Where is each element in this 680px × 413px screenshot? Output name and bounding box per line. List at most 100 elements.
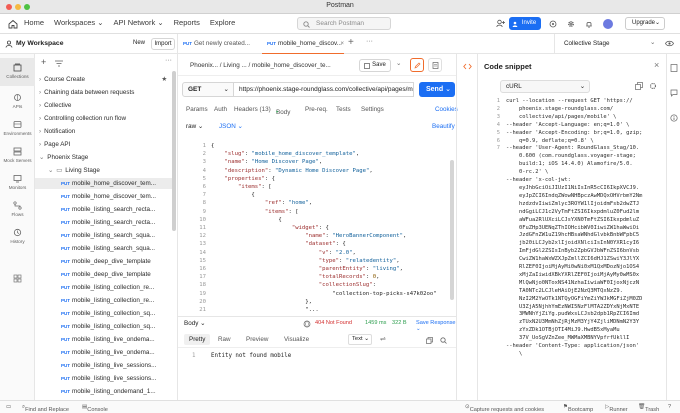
collection-item[interactable]: ⌄ Phoenix Stage [35,152,175,163]
save-button[interactable]: Save [359,59,391,72]
response-time[interactable]: 1459 ms [365,320,386,326]
search-icon[interactable] [440,337,447,344]
collection-item[interactable]: › Controlling collection run flow [35,113,175,124]
rail-mock-servers[interactable]: Mock Servers [0,144,35,168]
editor-scrollbar[interactable] [450,160,454,300]
info-icon[interactable] [670,114,678,122]
request-item[interactable]: PUT mobile_deep_dive_template [35,269,175,280]
avatar[interactable] [603,19,613,29]
request-item[interactable]: PUT mobile_listing_search_squa... [35,230,175,241]
save-response-button[interactable]: Save Response ⌄ [416,320,456,332]
request-item[interactable]: PUT mobile_listing_search_squa... [35,243,175,254]
language-select[interactable]: cURL ⌄ [500,80,590,93]
help-icon[interactable]: ? [668,404,671,410]
status-badge[interactable]: 404 Not Found [315,320,352,326]
more-options-icon[interactable]: ··· [165,57,172,64]
body-format-select[interactable]: JSON ⌄ [219,123,243,130]
request-item[interactable]: PUT mobile_listing_collection_re... [35,282,175,293]
add-user-icon[interactable] [496,19,505,28]
beautify-button[interactable]: Beautify [432,123,455,130]
home-icon[interactable] [8,19,18,29]
nav-home[interactable]: Home [24,18,44,27]
collection-item[interactable]: › Chaining data between requests [35,87,175,98]
rail-apis[interactable]: APIs [0,90,35,114]
tab-preview[interactable]: Preview [246,336,268,343]
collection-item[interactable]: › Collective [35,100,175,111]
close-icon[interactable]: × [654,60,659,70]
copy-icon[interactable] [635,82,643,90]
collection-item[interactable]: › Notification [35,126,175,137]
nav-api-network[interactable]: API Network ⌄ [114,18,164,27]
request-item[interactable]: PUT mobile_listing_search_recta... [35,204,175,215]
tab-headers[interactable]: Headers (13) [234,106,271,113]
request-item[interactable]: PUT mobile_deep_dive_template [35,256,175,267]
chevron-down-icon[interactable]: ⌄ [396,59,401,67]
layout-icon[interactable]: ▭ [6,404,11,410]
request-item[interactable]: PUT mobile_listing_search_recta... [35,217,175,228]
request-item[interactable]: PUT mobile_home_discover_tem... [35,178,175,189]
response-section-label[interactable]: Body ⌄ [184,320,205,327]
bootcamp-button[interactable]: ⚑ Bootcamp [563,404,593,413]
upgrade-button[interactable]: Upgrade ⌄ [625,17,665,30]
request-item[interactable]: PUT mobile_listing_live_sessions... [35,373,175,384]
snippet-code[interactable]: curl --location --request GET 'https:// … [506,98,666,359]
import-button[interactable]: Import [151,38,175,50]
tab-raw[interactable]: Raw [218,336,231,343]
environment-selector[interactable]: Collective Stage ⌄ [554,34,680,54]
tab-tests[interactable]: Tests [336,106,351,113]
comment-icon[interactable] [670,89,678,97]
nav-workspaces[interactable]: Workspaces ⌄ [54,18,104,27]
response-format-select[interactable]: Text ⌄ [348,334,372,345]
body-mode-select[interactable]: raw ⌄ [186,123,203,130]
filter-icon[interactable] [55,60,63,67]
nav-reports[interactable]: Reports [174,18,200,27]
collection-item[interactable]: › Page API [35,139,175,150]
rail-environments[interactable]: Environments [0,117,35,141]
tab-prereq[interactable]: Pre-req. [305,106,328,113]
request-item[interactable]: PUT mobile_listing_collection_sq... [35,308,175,319]
tab-settings[interactable]: Settings [361,106,384,113]
send-button[interactable]: Send ⌄ [419,82,455,97]
request-item[interactable]: PUT mobile_listing_ondemand_1... [35,386,175,397]
request-item[interactable]: PUT mobile_listing_collection_sq... [35,321,175,332]
request-item[interactable]: PUT mobile_listing_live_sessions... [35,360,175,371]
url-input[interactable]: https://phoenix.stage-roundglass.com/col… [234,82,414,97]
documentation-button[interactable] [428,58,442,72]
rail-flows[interactable]: Flows [0,198,35,222]
tab-pretty[interactable]: Pretty [184,334,211,345]
request-item[interactable]: PUT mobile_listing_live_ondema... [35,347,175,358]
tab-mobile-home-discover[interactable]: PUT mobile_home_discov... × [262,34,344,54]
new-button[interactable]: New [130,38,148,50]
document-icon[interactable] [670,64,678,72]
configure-sidebar-icon[interactable] [13,274,22,283]
request-item[interactable]: PUT mobile_listing_live_ondema... [35,334,175,345]
tab-options-icon[interactable]: ··· [366,38,373,45]
search-input[interactable]: Search Postman [297,17,391,30]
copy-icon[interactable] [426,337,433,344]
tab-params[interactable]: Params [186,106,208,113]
new-tab-icon[interactable]: + [348,37,354,48]
collection-item[interactable]: › Course Create ★ [35,74,175,85]
tree-scrollbar[interactable] [172,71,176,231]
gear-icon[interactable] [649,82,657,90]
satellite-icon[interactable] [549,20,557,28]
bell-icon[interactable] [585,20,593,28]
capture-button[interactable]: ⊙ Capture requests and cookies [465,404,544,413]
request-item[interactable]: PUT mobile_listing_collection_re... [35,295,175,306]
nav-explore[interactable]: Explore [210,18,235,27]
runner-button[interactable]: ▷ Runner [605,404,628,413]
edit-button[interactable] [410,58,424,72]
code-icon[interactable] [463,62,472,71]
star-icon[interactable]: ★ [161,74,167,85]
eye-icon[interactable] [665,40,674,47]
close-tab-icon[interactable]: × [340,34,344,54]
tab-visualize[interactable]: Visualize [284,336,309,343]
rail-collections[interactable]: Collections [0,58,35,86]
response-body[interactable]: 1 Entity not found mobile [178,350,456,390]
folder-item[interactable]: ⌄ ▭ Living Stage [35,165,175,176]
trash-button[interactable]: 🗑 Trash [638,404,659,413]
add-icon[interactable]: + [41,57,46,67]
tab-auth[interactable]: Auth [214,106,227,113]
find-replace-button[interactable]: ⌕ Find and Replace [22,404,69,413]
request-item[interactable]: PUT mobile_home_discover_tem... [35,191,175,202]
